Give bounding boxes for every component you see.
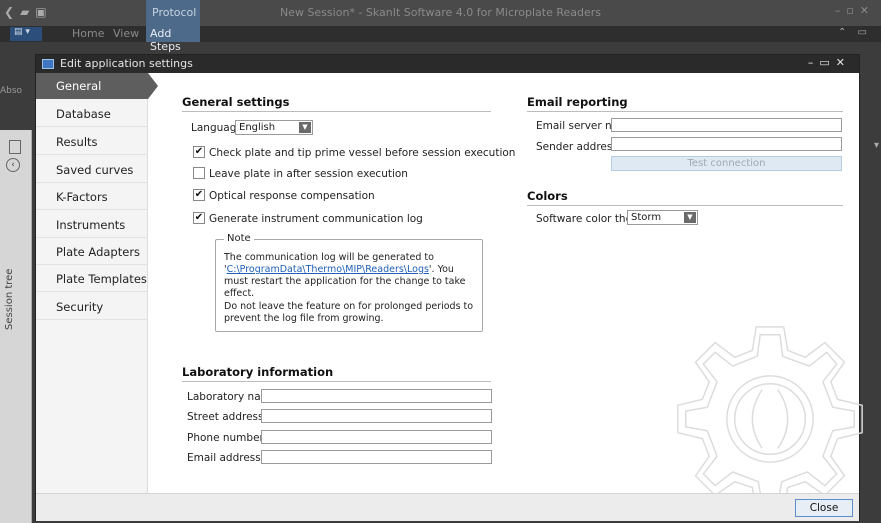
dialog-title-bar: Edit application settings –▭✕: [36, 55, 859, 73]
tab-home[interactable]: Home: [72, 27, 104, 40]
sidebar-item-database[interactable]: Database: [36, 101, 148, 127]
dialog-icon: [42, 59, 54, 69]
tab-view[interactable]: View: [113, 27, 139, 40]
sidebar-item-general[interactable]: General: [36, 73, 158, 99]
email-reporting-heading: Email reporting: [527, 95, 843, 112]
lab-info-heading: Laboratory information: [182, 365, 491, 382]
settings-dialog: Edit application settings –▭✕ General Da…: [35, 54, 863, 521]
optical-response-label: Optical response compensation: [209, 190, 375, 202]
dropdown-arrow-icon[interactable]: ▾: [874, 140, 879, 151]
app-title: New Session* - SkanIt Software 4.0 for M…: [279, 6, 602, 19]
note-paragraph-2: Do not leave the feature on for prolonge…: [224, 301, 474, 324]
leave-plate-label: Leave plate in after session execution: [209, 168, 408, 180]
tab-add-steps[interactable]: Add Steps: [146, 26, 200, 53]
session-tree-label[interactable]: Session tree: [4, 269, 15, 330]
chevron-down-icon[interactable]: ▼: [684, 212, 696, 223]
dialog-title: Edit application settings: [60, 57, 193, 70]
ribbon-tab-bar: ▤ ▾ Home View Add Steps ⌃ ▭: [0, 26, 881, 53]
sidebar-item-results[interactable]: Results: [36, 129, 148, 155]
phone-number-input[interactable]: [261, 430, 492, 444]
language-value: English: [239, 122, 276, 133]
email-address-input[interactable]: [261, 450, 492, 464]
note-box: Note The communication log will be gener…: [215, 233, 483, 332]
communication-log-checkbox[interactable]: ✔: [193, 212, 205, 224]
log-path-link[interactable]: C:\ProgramData\Thermo\MIP\Readers\Logs: [227, 264, 429, 275]
check-plate-checkbox[interactable]: ✔: [193, 146, 205, 158]
language-select[interactable]: English ▼: [235, 120, 313, 135]
sender-address-input[interactable]: [611, 137, 842, 151]
sidebar-item-saved-curves[interactable]: Saved curves: [36, 157, 148, 183]
optical-response-checkbox[interactable]: ✔: [193, 189, 205, 201]
street-address-input[interactable]: [261, 409, 492, 423]
sidebar-item-instruments[interactable]: Instruments: [36, 212, 148, 238]
chevron-down-icon[interactable]: ▼: [299, 122, 311, 133]
sidebar-item-security[interactable]: Security: [36, 294, 148, 320]
color-theme-value: Storm: [631, 212, 662, 223]
session-tree-strip: ‹ Session tree: [0, 130, 32, 523]
sidebar-item-plate-adapters[interactable]: Plate Adapters: [36, 239, 148, 265]
sidebar-item-plate-templates[interactable]: Plate Templates: [36, 266, 148, 292]
leave-plate-checkbox[interactable]: [193, 167, 205, 179]
gear-watermark-icon: [677, 326, 863, 512]
file-menu-button[interactable]: ▤ ▾: [10, 27, 42, 41]
sender-address-label: Sender address:: [536, 141, 622, 153]
email-address-label: Email address:: [187, 452, 265, 464]
phone-number-label: Phone number:: [187, 432, 268, 444]
background-label: Abso: [0, 86, 23, 96]
dialog-window-controls[interactable]: –▭✕: [808, 56, 851, 69]
app-title-bar: ❮ ▰ ▣ Protocol New Session* - SkanIt Sof…: [0, 0, 881, 26]
close-button[interactable]: Close: [795, 499, 853, 517]
check-plate-label: Check plate and tip prime vessel before …: [209, 147, 516, 159]
general-settings-heading: General settings: [182, 95, 491, 112]
window-controls[interactable]: –▫✕: [835, 4, 875, 17]
settings-sidebar: General Database Results Saved curves K-…: [36, 73, 158, 493]
dialog-footer: Close: [36, 493, 859, 521]
sidebar-item-k-factors[interactable]: K-Factors: [36, 184, 148, 210]
color-theme-select[interactable]: Storm ▼: [627, 210, 698, 225]
document-icon[interactable]: [9, 140, 21, 154]
colors-heading: Colors: [527, 189, 843, 206]
note-paragraph-1: The communication log will be generated …: [224, 252, 480, 300]
street-address-label: Street address:: [187, 411, 268, 423]
email-server-input[interactable]: [611, 118, 842, 132]
ribbon-controls[interactable]: ⌃ ▭: [838, 27, 871, 38]
test-connection-button[interactable]: Test connection: [611, 156, 842, 171]
communication-log-label: Generate instrument communication log: [209, 213, 423, 225]
lab-name-input[interactable]: [261, 389, 492, 403]
note-legend: Note: [224, 233, 254, 244]
collapse-icon[interactable]: ‹: [6, 158, 20, 172]
